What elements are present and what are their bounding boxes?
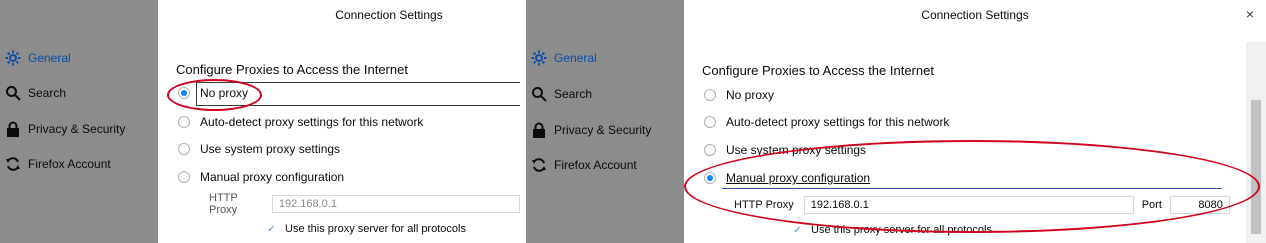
port-input[interactable]: 8080 <box>1169 196 1230 214</box>
option-system-proxy[interactable]: Use system proxy settings <box>178 139 340 159</box>
http-proxy-input[interactable]: 192.168.0.1 <box>271 195 520 213</box>
option-label: Use system proxy settings <box>200 142 341 156</box>
connection-settings-dialog: Connection Settings × Configure Proxies … <box>684 0 1266 243</box>
close-icon[interactable]: × <box>1246 6 1254 22</box>
all-protocols-label: Use this proxy server for all protocols <box>285 223 466 235</box>
sidebar-item-label: Privacy & Security <box>554 123 652 137</box>
proxy-heading: Configure Proxies to Access the Internet <box>702 63 934 78</box>
lock-icon <box>4 120 22 138</box>
sidebar-item-label: Privacy & Security <box>28 122 126 136</box>
gear-icon <box>530 49 548 67</box>
http-proxy-value: 192.168.0.1 <box>278 198 337 210</box>
option-auto-detect[interactable]: Auto-detect proxy settings for this netw… <box>178 112 423 132</box>
sidebar-item-label: Firefox Account <box>554 158 637 172</box>
all-protocols-label: Use this proxy server for all protocols <box>811 224 992 236</box>
proxy-heading: Configure Proxies to Access the Internet <box>176 62 408 77</box>
connection-settings-dialog: Connection Settings Configure Proxies to… <box>158 0 520 243</box>
option-no-proxy[interactable]: No proxy <box>178 83 248 103</box>
option-manual-proxy[interactable]: Manual proxy configuration <box>704 168 870 188</box>
port-label: Port <box>1141 199 1162 211</box>
option-label: Manual proxy configuration <box>200 170 345 184</box>
sidebar-item-search[interactable]: Search <box>4 82 66 104</box>
radio-auto-detect[interactable] <box>704 116 716 128</box>
http-proxy-label: HTTP Proxy <box>209 192 238 216</box>
http-proxy-row: HTTP Proxy 192.168.0.1 <box>209 192 520 216</box>
radio-manual-proxy[interactable] <box>178 171 190 183</box>
sidebar-item-general[interactable]: General <box>4 47 71 69</box>
option-label: Manual proxy configuration <box>726 171 871 185</box>
radio-system-proxy[interactable] <box>178 143 190 155</box>
all-protocols-row[interactable]: ✓ Use this proxy server for all protocol… <box>266 223 466 235</box>
gear-icon <box>4 49 22 67</box>
sync-icon <box>4 155 22 173</box>
search-icon <box>530 85 548 103</box>
http-proxy-label: HTTP Proxy <box>734 199 794 211</box>
sidebar-item-label: Firefox Account <box>28 157 111 171</box>
http-proxy-row: HTTP Proxy 192.168.0.1 Port 8080 <box>734 195 1230 215</box>
option-label: Use system proxy settings <box>726 143 867 157</box>
lock-icon <box>530 121 548 139</box>
scrollbar[interactable] <box>1246 42 1266 243</box>
option-label: No proxy <box>726 88 775 102</box>
http-proxy-input[interactable]: 192.168.0.1 <box>803 196 1134 214</box>
checkbox-all-protocols[interactable]: ✓ <box>792 225 803 236</box>
option-no-proxy[interactable]: No proxy <box>704 85 774 105</box>
sidebar-item-label: General <box>554 51 597 65</box>
sidebar-item-firefox-account[interactable]: Firefox Account <box>4 153 111 175</box>
scrollbar-thumb[interactable] <box>1251 100 1261 234</box>
radio-no-proxy[interactable] <box>178 87 190 99</box>
radio-manual-proxy[interactable] <box>704 172 716 184</box>
radio-system-proxy[interactable] <box>704 144 716 156</box>
screenshot-right: General Search Privacy & Security Firefo… <box>526 0 1266 243</box>
dialog-title: Connection Settings <box>335 8 443 22</box>
http-proxy-value: 192.168.0.1 <box>810 199 869 211</box>
sidebar-item-label: Search <box>554 87 593 101</box>
option-system-proxy[interactable]: Use system proxy settings <box>704 140 866 160</box>
sidebar-item-label: Search <box>28 86 67 100</box>
checkbox-all-protocols[interactable]: ✓ <box>266 224 277 235</box>
option-label: No proxy <box>200 86 249 100</box>
all-protocols-row[interactable]: ✓ Use this proxy server for all protocol… <box>792 224 992 236</box>
sidebar-item-privacy[interactable]: Privacy & Security <box>530 119 651 141</box>
dialog-title: Connection Settings <box>921 8 1029 22</box>
sidebar-item-search[interactable]: Search <box>530 83 592 105</box>
preferences-sidebar: General Search Privacy & Security Firefo… <box>526 0 684 243</box>
sidebar-item-general[interactable]: General <box>530 47 597 69</box>
option-auto-detect[interactable]: Auto-detect proxy settings for this netw… <box>704 112 949 132</box>
screenshot-left: General Search Privacy & Security Firefo… <box>0 0 520 243</box>
radio-no-proxy[interactable] <box>704 89 716 101</box>
sidebar-item-firefox-account[interactable]: Firefox Account <box>530 154 637 176</box>
sync-icon <box>530 156 548 174</box>
search-icon <box>4 84 22 102</box>
sidebar-item-privacy[interactable]: Privacy & Security <box>4 118 125 140</box>
option-label: Auto-detect proxy settings for this netw… <box>200 115 424 129</box>
option-label: Auto-detect proxy settings for this netw… <box>726 115 950 129</box>
option-manual-proxy[interactable]: Manual proxy configuration <box>178 167 344 187</box>
radio-auto-detect[interactable] <box>178 116 190 128</box>
preferences-sidebar: General Search Privacy & Security Firefo… <box>0 0 158 243</box>
port-value: 8080 <box>1198 199 1223 211</box>
sidebar-item-label: General <box>28 51 71 65</box>
focus-underline <box>722 188 1222 189</box>
